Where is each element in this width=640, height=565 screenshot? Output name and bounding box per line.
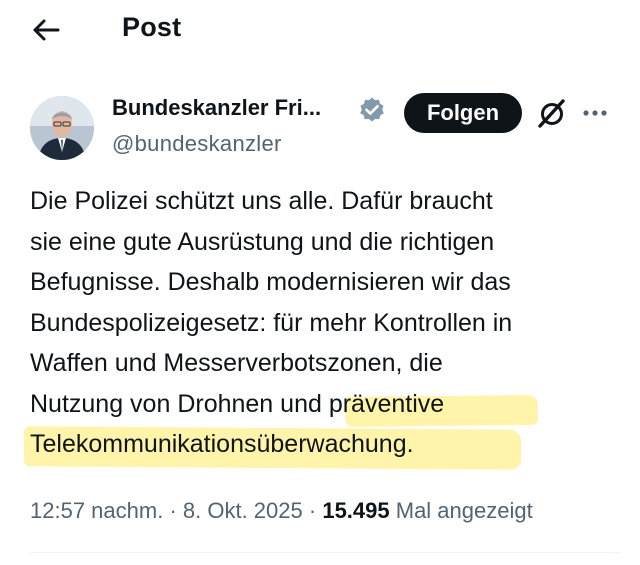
timestamp[interactable]: 12:57 nachm. (30, 498, 163, 523)
avatar[interactable] (30, 96, 94, 160)
follow-button[interactable]: Folgen (404, 93, 522, 133)
author-handle[interactable]: @bundeskanzler (112, 131, 282, 157)
meta-separator: · (169, 498, 177, 523)
tweet-line: Bundespolizeigesetz: für mehr Kontrollen… (30, 308, 513, 337)
date[interactable]: 8. Okt. 2025 (183, 498, 303, 523)
meta-separator: · (308, 498, 317, 523)
back-button[interactable] (26, 14, 66, 46)
more-button[interactable] (580, 98, 610, 128)
views-count: 15.495 (322, 498, 390, 523)
tweet-line: Befugnisse. Deshalb modernisieren wir da… (30, 268, 511, 296)
arrow-left-icon (33, 19, 60, 41)
divider (30, 552, 620, 553)
views-label: Mal angezeigt (395, 498, 533, 523)
tweet-line: Waffen und Messerverbotszonen, die (30, 349, 443, 377)
tweet-text: Die Polizei schützt uns alle. Dafür brau… (30, 181, 620, 465)
tweet-line: Nutzung von Drohnen und präventive (30, 389, 445, 418)
top-bar: Post (0, 0, 640, 60)
grok-icon (538, 99, 565, 128)
page-title: Post (122, 12, 182, 42)
avatar-image (30, 96, 94, 160)
tweet-line: Die Polizei schützt uns alle. Dafür brau… (30, 187, 493, 215)
tweet-meta: 12:57 nachm. · 8. Okt. 2025 · 15.495 Mal… (30, 498, 533, 524)
tweet-line: sie eine gute Ausrüstung und die richtig… (30, 227, 495, 256)
verified-badge-icon (358, 96, 386, 124)
grok-button[interactable] (534, 96, 570, 132)
tweet-line: Telekommunikationsüberwachung. (30, 430, 414, 458)
more-icon (583, 110, 607, 116)
author-name[interactable]: Bundeskanzler Fri... (112, 95, 321, 121)
